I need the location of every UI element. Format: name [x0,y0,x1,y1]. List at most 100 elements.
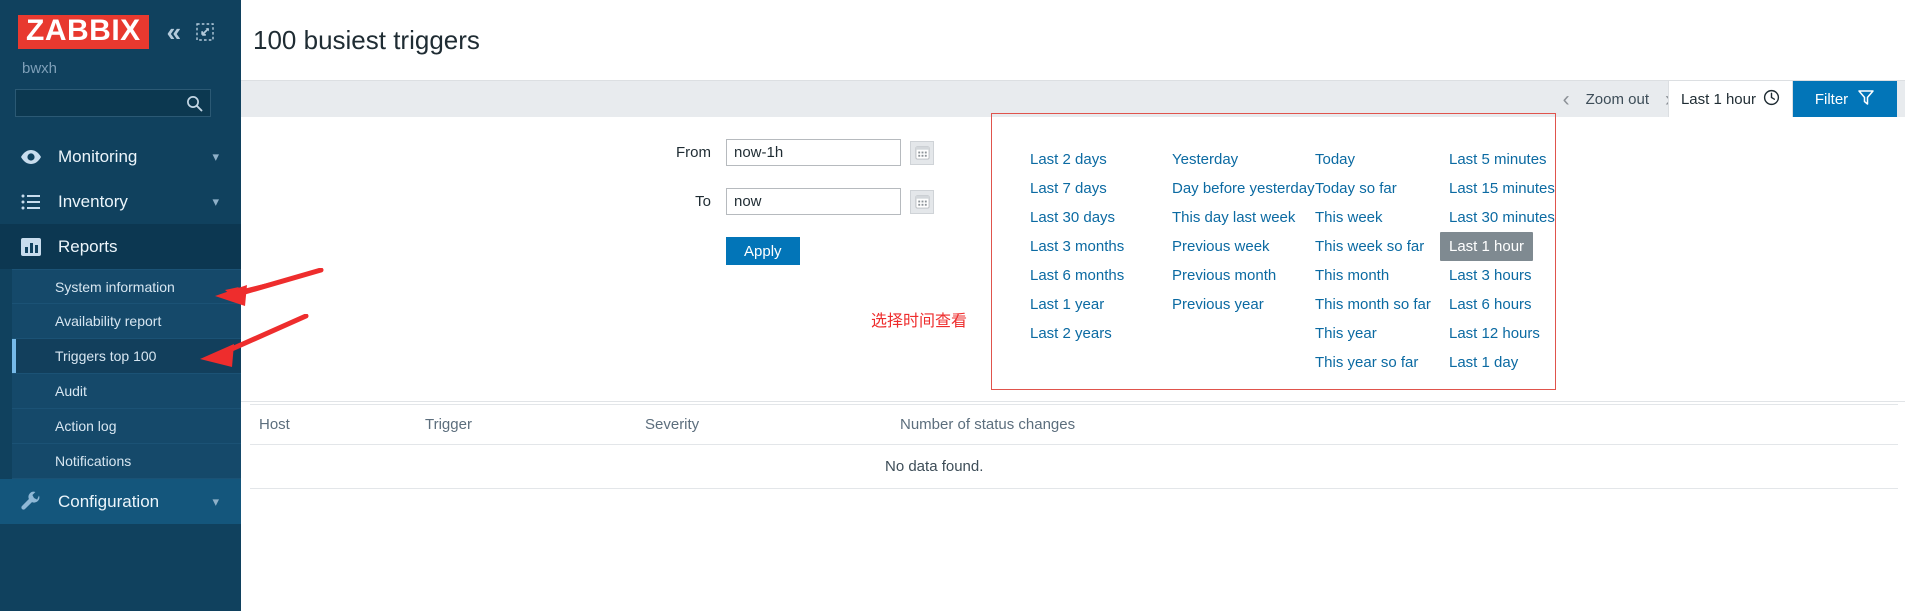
annotation-note: 选择时间查看 [871,313,968,330]
range-last-7-days[interactable]: Last 7 days [1030,174,1172,203]
range-last-1-hour[interactable]: Last 1 hour [1440,232,1534,261]
sidebar-subitem-label: System information [55,278,175,295]
sidebar-subitem-label: Notifications [55,453,132,469]
range-this-year[interactable]: This year [1315,319,1449,348]
collapse-sidebar-icon[interactable]: « [167,19,181,45]
chevron-left-icon[interactable]: ‹ [1557,89,1576,110]
range-this-month[interactable]: This month [1315,261,1449,290]
sidebar-item-reports[interactable]: Reports [0,224,241,269]
from-row: From [241,139,1031,166]
search-input[interactable] [16,90,210,116]
range-yesterday[interactable]: Yesterday [1172,145,1315,174]
sidebar-item-monitoring[interactable]: Monitoring ▾ [0,134,241,179]
to-label: To [695,193,711,210]
sidebar-subitem-label: Action log [55,418,117,434]
apply-row: Apply [241,237,1031,265]
range-last-5-minutes[interactable]: Last 5 minutes [1449,145,1589,174]
chevron-down-icon: ▾ [212,193,219,209]
range-last-30-minutes[interactable]: Last 30 minutes [1449,203,1589,232]
chevron-down-icon: ▾ [212,148,219,164]
range-last-3-hours[interactable]: Last 3 hours [1449,261,1589,290]
from-input[interactable] [726,139,901,166]
sidebar-subitem-label: Triggers top 100 [55,348,157,364]
sidebar-item-action-log[interactable]: Action log [12,409,241,444]
range-this-week-so-far[interactable]: This week so far [1315,232,1449,261]
sidebar-item-label: Reports [58,236,118,256]
sidebar-menu: Monitoring ▾ Inventory ▾ Reports System … [0,134,241,524]
column-header-number-of-status-changes[interactable]: Number of status changes [900,416,1300,433]
tab-time-period[interactable]: Last 1 hour [1667,81,1793,118]
quick-ranges-grid: Last 2 days Last 7 days Last 30 days Las… [1030,145,1589,377]
table-header-row: Host Trigger Severity Number of status c… [250,405,1898,445]
column-header-trigger[interactable]: Trigger [425,416,645,433]
quick-ranges-column-1: Last 2 days Last 7 days Last 30 days Las… [1030,145,1172,377]
zabbix-logo: ZABBIX [18,15,149,49]
range-last-2-days[interactable]: Last 2 days [1030,145,1172,174]
range-last-6-hours[interactable]: Last 6 hours [1449,290,1589,319]
page-header: 100 busiest triggers [241,0,1905,80]
sidebar-item-inventory[interactable]: Inventory ▾ [0,179,241,224]
quick-ranges-column-4: Last 5 minutes Last 15 minutes Last 30 m… [1440,145,1589,377]
reports-submenu: System information Availability report T… [0,269,241,479]
from-label: From [676,144,711,161]
column-header-host[interactable]: Host [250,416,425,433]
search-box[interactable] [15,89,211,117]
sidebar-item-notifications[interactable]: Notifications [12,444,241,479]
wrench-icon [18,489,44,515]
range-day-before-yesterday[interactable]: Day before yesterday [1172,174,1315,203]
to-calendar-icon[interactable] [910,189,934,214]
range-last-6-months[interactable]: Last 6 months [1030,261,1172,290]
sidebar-item-configuration[interactable]: Configuration ▾ [0,479,241,524]
sidebar-subitem-label: Availability report [55,313,162,329]
range-this-week[interactable]: This week [1315,203,1449,232]
sidebar-logo-row: ZABBIX « [0,0,241,50]
expand-sidebar-icon[interactable] [195,22,215,42]
from-calendar-icon[interactable] [910,140,934,165]
range-today[interactable]: Today [1315,145,1449,174]
sidebar-item-label: Configuration [58,491,160,511]
eye-icon [18,144,44,170]
clock-icon [1763,89,1780,111]
range-spacer [1172,319,1315,348]
quick-ranges-column-2: Yesterday Day before yesterday This day … [1172,145,1315,377]
range-last-3-months[interactable]: Last 3 months [1030,232,1172,261]
range-last-2-years[interactable]: Last 2 years [1030,319,1172,348]
sidebar-subitem-label: Audit [55,383,87,399]
range-last-15-minutes[interactable]: Last 15 minutes [1449,174,1589,203]
filter-tab-bar: ‹ Zoom out › Last 1 hour Filter [241,80,1905,118]
list-icon [18,189,44,215]
sidebar-item-label: Inventory [58,191,128,211]
range-previous-month[interactable]: Previous month [1172,261,1315,290]
zoom-out-button[interactable]: Zoom out [1586,91,1649,108]
range-this-month-so-far[interactable]: This month so far [1315,290,1449,319]
range-this-day-last-week[interactable]: This day last week [1172,203,1315,232]
column-header-severity[interactable]: Severity [645,416,900,433]
range-last-1-year[interactable]: Last 1 year [1030,290,1172,319]
bar-chart-icon [18,234,44,260]
triggers-table: Host Trigger Severity Number of status c… [250,404,1898,489]
to-input[interactable] [726,188,901,215]
sidebar-item-audit[interactable]: Audit [12,374,241,409]
range-previous-week[interactable]: Previous week [1172,232,1315,261]
sidebar-search-wrap [0,77,241,117]
sidebar-item-availability-report[interactable]: Availability report [12,304,241,339]
range-last-12-hours[interactable]: Last 12 hours [1449,319,1589,348]
range-previous-year[interactable]: Previous year [1172,290,1315,319]
to-row: To [241,188,1031,215]
tab-filter-label: Filter [1814,91,1849,108]
apply-button[interactable]: Apply [726,237,800,265]
table-empty-message: No data found. [885,458,984,475]
quick-ranges-column-3: Today Today so far This week This week s… [1315,145,1449,377]
sidebar: ZABBIX « bwxh Monitoring ▾ Inventory ▾ R… [0,0,241,611]
tab-time-period-label: Last 1 hour [1680,91,1756,108]
sidebar-item-system-information[interactable]: System information [12,269,241,304]
zabbix-app: ZABBIX « bwxh Monitoring ▾ Inventory ▾ R… [0,0,1905,611]
zoom-controls: ‹ Zoom out › [1557,81,1678,118]
tab-filter[interactable]: Filter [1793,81,1897,118]
range-last-30-days[interactable]: Last 30 days [1030,203,1172,232]
range-today-so-far[interactable]: Today so far [1315,174,1449,203]
sidebar-item-triggers-top-100[interactable]: Triggers top 100 [12,339,241,374]
sidebar-username: bwxh [22,60,58,77]
range-this-year-so-far[interactable]: This year so far [1315,348,1449,377]
range-last-1-day[interactable]: Last 1 day [1449,348,1589,377]
